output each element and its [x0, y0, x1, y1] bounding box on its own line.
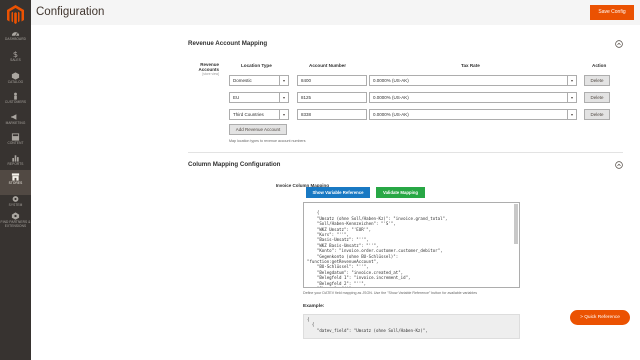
tax-value: 0.0000% (US-AK): [373, 95, 409, 100]
chevron-down-icon: [279, 93, 288, 102]
revenue-help-note: Map location types to revenue account nu…: [229, 139, 306, 143]
column-header-tax: Tax Rate: [461, 63, 480, 68]
delete-button[interactable]: Delete: [584, 109, 610, 120]
mapping-help-note: Define your DATEV field mapping as JSON.…: [303, 291, 478, 295]
location-select[interactable]: Domestic: [229, 75, 289, 86]
tax-rate-select[interactable]: 0.0000% (US-AK): [369, 75, 577, 86]
tax-rate-select[interactable]: 0.0000% (US-AK): [369, 109, 577, 120]
chevron-down-icon: [567, 110, 576, 119]
partners-icon: [11, 212, 20, 220]
account-input[interactable]: 8338: [297, 109, 367, 120]
column-header-location: Location Type: [241, 63, 272, 68]
sidebar-item-partners[interactable]: Find Partners & Extensions: [0, 212, 31, 237]
collapse-icon[interactable]: [615, 161, 623, 169]
store-icon: [11, 173, 20, 181]
dashboard-icon: [11, 32, 20, 36]
sidebar-item-label: System: [8, 203, 23, 207]
tax-value: 0.0000% (US-AK): [373, 78, 409, 83]
location-select[interactable]: EU: [229, 92, 289, 103]
chevron-down-icon: [567, 76, 576, 85]
scope-label: [store view]: [202, 72, 219, 76]
person-icon: [14, 92, 17, 100]
tax-value: 0.0000% (US-AK): [373, 112, 409, 117]
bar-chart-icon: [12, 155, 19, 162]
sidebar-item-label: Sales: [10, 58, 21, 62]
megaphone-icon: [11, 114, 17, 120]
location-value: Domestic: [233, 78, 252, 83]
example-code-box: { { "datev_field": "Umsatz (ohne Soll/Ha…: [303, 314, 520, 339]
editor-scrollbar[interactable]: [514, 204, 518, 244]
sidebar-item-label: Catalog: [7, 80, 24, 84]
page-title: Configuration: [36, 6, 105, 18]
sidebar-item-label: Marketing: [5, 121, 26, 125]
location-value: EU: [233, 95, 240, 100]
revenue-section-title[interactable]: Revenue Account Mapping: [188, 40, 267, 47]
quick-reference-button[interactable]: > Quick Reference: [570, 310, 630, 325]
delete-button[interactable]: Delete: [584, 75, 610, 86]
show-variable-reference-button[interactable]: Show Variable Reference: [306, 187, 370, 198]
validate-mapping-button[interactable]: Validate Mapping: [376, 187, 425, 198]
example-title: Example:: [303, 304, 325, 309]
delete-button[interactable]: Delete: [584, 92, 610, 103]
add-revenue-account-button[interactable]: Add Revenue Account: [229, 124, 287, 135]
chevron-down-icon: [279, 76, 288, 85]
sidebar-item-label: Reports: [7, 162, 24, 166]
location-value: Third Countries: [233, 112, 264, 117]
sidebar-item-label: Stores: [8, 181, 23, 185]
layout-icon: [11, 133, 20, 141]
sidebar-item-label: Content: [7, 141, 24, 145]
chevron-down-icon: [567, 93, 576, 102]
mapping-json-editor[interactable]: { "Umsatz (ohne Soll/Haben-Kz)": "invoic…: [303, 202, 520, 288]
sidebar-item-label: Dashboard: [4, 37, 27, 41]
account-input[interactable]: 8400: [297, 75, 367, 86]
sidebar-item-label: Find Partners & Extensions: [0, 220, 31, 228]
collapse-icon[interactable]: [615, 40, 623, 48]
sidebar-item-label: Customers: [4, 100, 27, 104]
account-input[interactable]: 8125: [297, 92, 367, 103]
tax-rate-select[interactable]: 0.0000% (US-AK): [369, 92, 577, 103]
column-header-account: Account Number: [309, 63, 347, 68]
magento-logo[interactable]: [7, 5, 24, 25]
dollar-icon: $: [13, 50, 18, 58]
admin-sidebar: Dashboard $ Sales Catalog Customers Mark…: [0, 0, 31, 360]
chevron-down-icon: [279, 110, 288, 119]
svg-text:$: $: [13, 50, 18, 58]
cube-icon: [11, 72, 20, 80]
gear-icon: [12, 196, 19, 202]
save-config-button[interactable]: Save Config: [590, 5, 634, 20]
revenue-accounts-label: Revenue Accounts [store view]: [181, 62, 219, 77]
column-mapping-section-title[interactable]: Column Mapping Configuration: [188, 161, 280, 168]
location-select[interactable]: Third Countries: [229, 109, 289, 120]
mapping-json-text: { "Umsatz (ohne Soll/Haben-Kz)": "invoic…: [307, 210, 448, 287]
sidebar-item-stores[interactable]: Stores: [0, 170, 31, 195]
section-divider: [188, 152, 623, 153]
main-content: Revenue Account Mapping Revenue Accounts…: [31, 25, 640, 360]
revenue-accounts-label-text: Revenue Accounts: [198, 62, 219, 72]
column-header-action: Action: [592, 63, 607, 68]
